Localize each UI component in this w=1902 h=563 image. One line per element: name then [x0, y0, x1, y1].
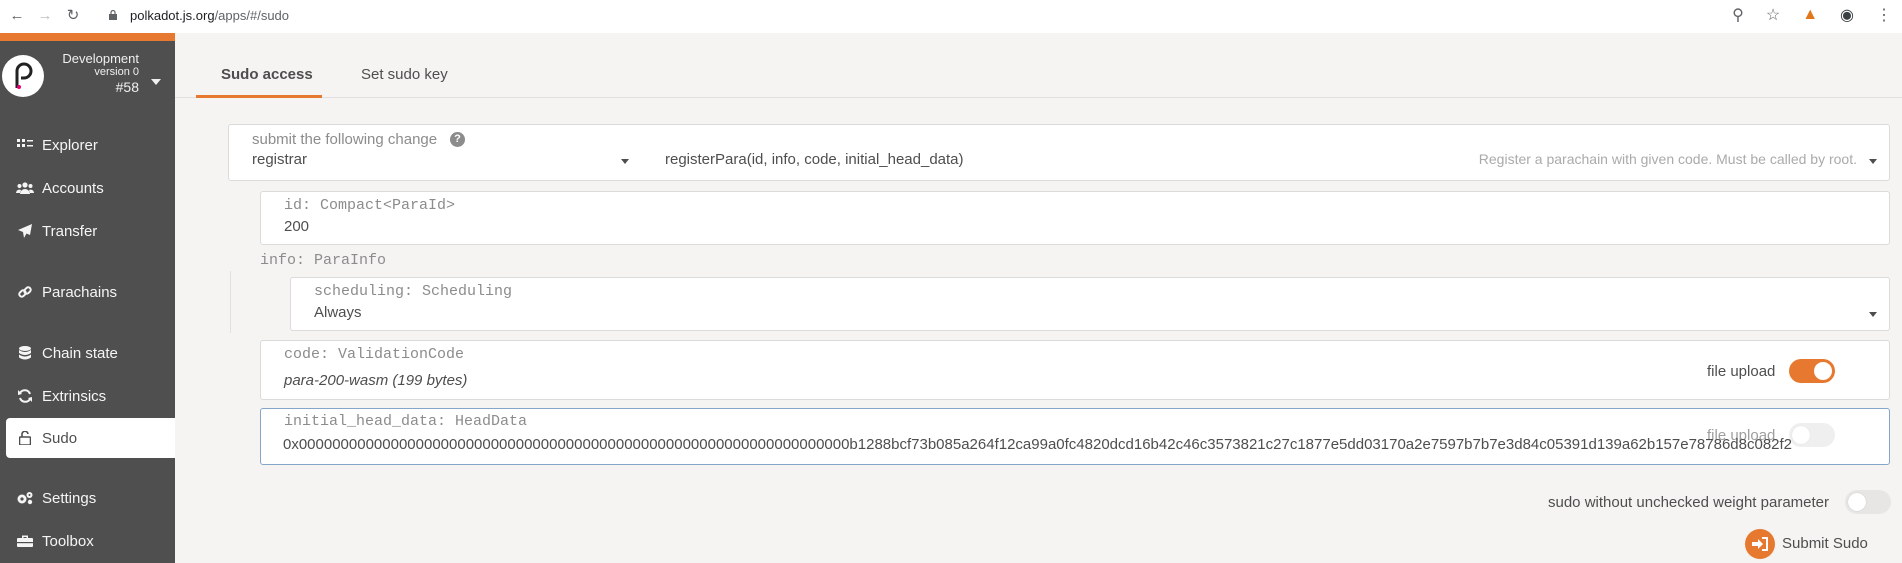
head-data-label: initial_head_data: HeadData [284, 413, 528, 430]
sidebar-item-label: Explorer [42, 136, 98, 154]
sidebar-item-label: Accounts [42, 179, 104, 197]
file-upload-label: file upload [1707, 363, 1776, 380]
sidebar-item-parachains[interactable]: Parachains [0, 272, 175, 312]
sidebar: Development version 0 #58 Explorer Accou… [0, 33, 175, 563]
tab-set-sudo-key[interactable]: Set sudo key [361, 66, 448, 83]
chain-version: version 0 [94, 66, 139, 78]
chevron-down-icon [1869, 159, 1877, 164]
users-icon [16, 182, 34, 194]
active-tab-indicator [196, 95, 322, 98]
tab-bar: Sudo access Set sudo key [175, 33, 1902, 98]
sidebar-item-label: Extrinsics [42, 387, 107, 405]
unchecked-weight-toggle[interactable] [1845, 490, 1891, 514]
url-path: /apps/#/sudo [214, 7, 290, 23]
sign-in-icon [1745, 529, 1775, 559]
explorer-icon [16, 139, 34, 151]
submit-sudo-button[interactable]: Submit Sudo [1745, 527, 1895, 561]
chain-block-number: #58 [115, 79, 139, 95]
code-file-value[interactable]: para-200-wasm (199 bytes) [284, 372, 467, 389]
sidebar-item-label: Parachains [42, 283, 118, 301]
file-upload-toggle[interactable] [1789, 359, 1835, 383]
sidebar-item-explorer[interactable]: Explorer [0, 125, 175, 165]
module-dropdown[interactable]: registrar [229, 125, 639, 180]
metamask-fox-icon[interactable]: ▲ [1802, 6, 1818, 24]
chevron-down-icon [621, 159, 629, 164]
sidebar-item-label: Transfer [42, 222, 98, 240]
main-content: Sudo access Set sudo key submit the foll… [175, 33, 1902, 563]
cogs-icon [16, 491, 34, 505]
submit-sudo-label: Submit Sudo [1782, 535, 1868, 552]
head-data-input[interactable]: 0x00000000000000000000000000000000000000… [283, 436, 1883, 453]
url-host: polkadot.js.org [130, 7, 215, 23]
polkadot-logo-icon [2, 55, 44, 97]
toolbox-icon [16, 534, 34, 548]
sidebar-item-label: Sudo [42, 429, 78, 447]
chain-name: Development [62, 51, 139, 66]
database-icon [16, 346, 34, 360]
sidebar-item-label: Settings [42, 489, 97, 507]
profile-icon[interactable]: ◉ [1840, 5, 1854, 25]
sidebar-item-label: Toolbox [42, 532, 94, 550]
method-documentation: Register a parachain with given code. Mu… [1478, 151, 1857, 167]
unlock-icon [16, 431, 34, 445]
sidebar-item-sudo[interactable]: Sudo [6, 418, 175, 458]
info-struct-divider [230, 271, 231, 333]
unchecked-weight-label: sudo without unchecked weight parameter [1548, 494, 1830, 511]
browser-toolbar: ← → ↻ polkadot.js.org/apps/#/sudo ⚲ ☆ ▲ … [0, 0, 1902, 30]
tab-sudo-access[interactable]: Sudo access [221, 66, 313, 83]
head-data-param[interactable]: initial_head_data: HeadData file upload … [260, 408, 1890, 465]
id-label: id: Compact<ParaId> [284, 197, 456, 214]
scheduling-label: scheduling: Scheduling [314, 283, 513, 300]
method-value: registerPara(id, info, code, initial_hea… [665, 151, 964, 168]
sync-icon [16, 389, 34, 403]
address-bar[interactable]: polkadot.js.org/apps/#/sudo [108, 5, 289, 25]
extrinsic-selector: submit the following change ? registrar … [228, 124, 1890, 181]
id-param[interactable]: id: Compact<ParaId> 200 [260, 191, 1890, 245]
back-arrow-icon[interactable]: ← [6, 4, 28, 26]
send-icon [16, 224, 34, 238]
chevron-down-icon [1869, 312, 1877, 317]
method-dropdown[interactable]: registerPara(id, info, code, initial_hea… [649, 125, 1889, 180]
sidebar-item-label: Chain state [42, 344, 118, 362]
code-param: code: ValidationCode para-200-wasm (199 … [260, 340, 1890, 400]
sidebar-item-accounts[interactable]: Accounts [0, 168, 175, 208]
reload-icon[interactable]: ↻ [62, 4, 84, 26]
scheduling-value: Always [314, 304, 362, 321]
chevron-down-icon [151, 79, 161, 85]
code-label: code: ValidationCode [284, 346, 465, 363]
sidebar-accent-bar [0, 33, 175, 41]
id-input[interactable]: 200 [284, 218, 309, 235]
sidebar-item-extrinsics[interactable]: Extrinsics [0, 376, 175, 416]
lock-icon [109, 10, 117, 20]
sidebar-item-chain-state[interactable]: Chain state [0, 333, 175, 373]
module-value: registrar [252, 151, 308, 168]
sidebar-item-settings[interactable]: Settings [0, 478, 175, 518]
sidebar-item-toolbox[interactable]: Toolbox [0, 521, 175, 561]
scheduling-param[interactable]: scheduling: Scheduling Always [290, 277, 1890, 331]
star-icon[interactable]: ☆ [1766, 5, 1780, 25]
zoom-icon[interactable]: ⚲ [1732, 5, 1744, 25]
sidebar-item-transfer[interactable]: Transfer [0, 211, 175, 251]
forward-arrow-icon[interactable]: → [34, 4, 56, 26]
info-label: info: ParaInfo [260, 252, 387, 269]
link-icon [16, 285, 34, 299]
browser-menu-icon[interactable]: ⋮ [1876, 5, 1892, 25]
chain-selector[interactable]: Development version 0 #58 [0, 41, 175, 103]
